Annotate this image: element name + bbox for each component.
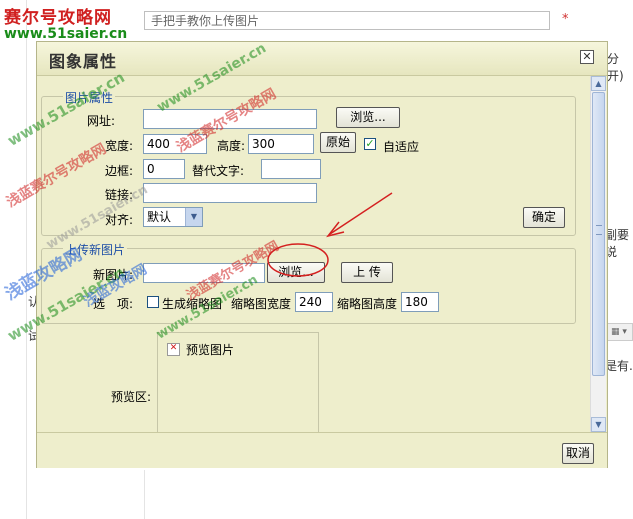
upload-group xyxy=(41,248,576,324)
grip-icon xyxy=(596,225,602,235)
broken-image-icon: ✕ xyxy=(167,343,180,356)
align-label: 对齐: xyxy=(105,213,134,227)
thumb-width-input[interactable]: 240 xyxy=(295,292,333,312)
watermark-site-url: www.51saier.cn xyxy=(4,26,128,42)
background-text-right-3: 是有. xyxy=(605,359,633,373)
thumb-height-input[interactable]: 180 xyxy=(401,292,439,312)
new-image-file-input[interactable] xyxy=(143,263,265,283)
dialog-header: 图象属性 ✕ xyxy=(37,42,607,76)
background-text-right-2: 副要说 xyxy=(605,228,630,259)
scroll-down-icon[interactable]: ▼ xyxy=(591,417,606,432)
preview-image-alt: 预览图片 xyxy=(186,343,235,357)
link-input[interactable] xyxy=(143,183,317,203)
options-label: 选 项: xyxy=(93,297,134,311)
alt-text-input[interactable] xyxy=(261,159,321,179)
preview-label: 预览区: xyxy=(111,390,152,404)
page-divider-lower xyxy=(144,470,145,519)
auto-fit-checkbox[interactable]: ✓ xyxy=(364,138,376,150)
image-properties-dialog: 图象属性 ✕ 图片属性 网址: 浏览... 宽度: 400 高度: 300 原始… xyxy=(36,41,608,468)
dialog-title: 图象属性 xyxy=(49,52,118,71)
watermark-site-name: 赛尔号攻略网 xyxy=(4,8,112,28)
height-label: 高度: xyxy=(217,139,246,153)
scroll-up-icon[interactable]: ▲ xyxy=(591,76,606,91)
scrollbar-thumb[interactable] xyxy=(592,92,605,376)
dialog-scrollbar[interactable]: ▲ ▼ xyxy=(590,76,606,432)
browse-file-button[interactable]: 浏览... xyxy=(267,262,325,283)
align-select-value: 默认 xyxy=(147,210,172,224)
url-input[interactable] xyxy=(143,109,317,129)
url-label: 网址: xyxy=(87,114,116,128)
height-input[interactable]: 300 xyxy=(248,134,314,154)
width-input[interactable]: 400 xyxy=(143,134,207,154)
cancel-button[interactable]: 取消 xyxy=(562,443,594,464)
link-label: 链接: xyxy=(105,188,134,202)
width-label: 宽度: xyxy=(105,139,134,153)
thumb-height-label: 缩略图高度 xyxy=(337,297,398,311)
editor-toolbar-fragment[interactable]: ▦ ▾ xyxy=(605,323,633,341)
preview-area: ✕ 预览图片 xyxy=(157,332,319,432)
dialog-footer: 取消 xyxy=(37,432,607,468)
ok-button[interactable]: 确定 xyxy=(523,207,565,228)
browse-server-button[interactable]: 浏览... xyxy=(336,107,400,128)
align-select[interactable]: 默认 ▼ xyxy=(143,207,203,227)
background-text-right-1: 分开) xyxy=(607,52,624,83)
image-properties-legend: 图片属性 xyxy=(63,89,116,106)
page-divider xyxy=(26,0,27,519)
generate-thumbnail-checkbox[interactable] xyxy=(147,296,159,308)
auto-fit-label: 自适应 xyxy=(383,140,420,154)
original-size-button[interactable]: 原始 xyxy=(320,132,356,153)
upload-legend: 上传新图片 xyxy=(63,241,128,258)
thumb-width-label: 缩略图宽度 xyxy=(231,297,292,311)
chevron-down-icon[interactable]: ▼ xyxy=(185,208,202,226)
generate-thumbnail-label: 生成缩略图 xyxy=(162,297,223,311)
alt-text-label: 替代文字: xyxy=(192,164,245,178)
close-icon[interactable]: ✕ xyxy=(580,50,594,64)
required-mark: * xyxy=(562,12,569,27)
post-title-input[interactable]: 手把手教你上传图片 xyxy=(144,11,550,30)
border-input[interactable]: 0 xyxy=(143,159,185,179)
dialog-body: 图片属性 网址: 浏览... 宽度: 400 高度: 300 原始 ✓ 自适应 … xyxy=(37,76,607,432)
new-image-label: 新图片: xyxy=(93,268,134,282)
border-label: 边框: xyxy=(105,164,134,178)
upload-button[interactable]: 上 传 xyxy=(341,262,393,283)
